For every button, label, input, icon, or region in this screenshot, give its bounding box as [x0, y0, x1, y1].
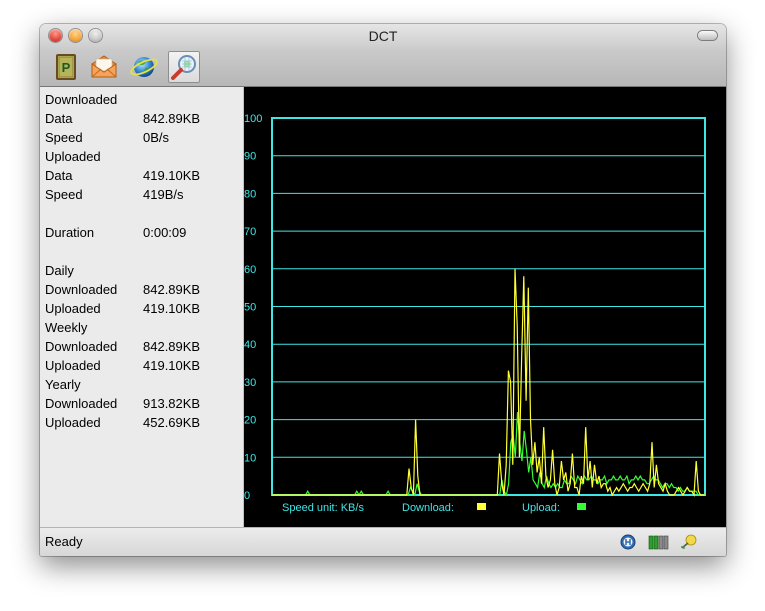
y-tick-label: 10 — [244, 452, 256, 464]
status-bar: Ready — [40, 527, 726, 556]
downloaded-data-label: Data — [45, 111, 73, 126]
mail-icon — [91, 55, 117, 78]
uploaded-heading: Uploaded — [45, 149, 101, 164]
y-tick-label: 80 — [244, 188, 256, 200]
chart-legend: Speed unit: KB/s Download: Upload: — [282, 502, 586, 514]
weekly-heading: Weekly — [45, 320, 88, 335]
toolbar-toggle-button[interactable] — [698, 31, 717, 40]
toolbar-button-mail[interactable] — [88, 51, 120, 83]
upload-legend-label: Upload: — [522, 502, 560, 514]
weekly-downloaded-row: Downloaded 842.89KB — [45, 337, 200, 356]
p-icon: P — [56, 54, 76, 80]
downloaded-speed-value: 0B/s — [143, 130, 170, 145]
y-tick-label: 100 — [244, 113, 262, 125]
y-tick-label: 30 — [244, 377, 256, 389]
status-text: Ready — [45, 534, 83, 549]
y-tick-label: 20 — [244, 415, 256, 427]
app-window: DCT P Downloaded Data 842.89KB Speed 0B/… — [40, 24, 726, 556]
downloaded-speed-row: Speed 0B/s — [45, 128, 169, 147]
yearly-heading: Yearly — [45, 377, 81, 392]
magnifier-icon — [171, 55, 196, 80]
duration-value: 0:00:09 — [143, 225, 187, 240]
uploaded-speed-row: Speed 419B/s — [45, 185, 183, 204]
upload-legend-swatch — [577, 503, 586, 510]
daily-downloaded-row: Downloaded 842.89KB — [45, 280, 200, 299]
window-title: DCT — [368, 28, 398, 44]
upload-series-line — [272, 412, 705, 497]
toolbar-button-globe[interactable] — [128, 51, 160, 83]
downloaded-heading: Downloaded — [45, 92, 118, 107]
downloaded-speed-label: Speed — [45, 130, 83, 145]
y-tick-label: 50 — [244, 302, 256, 314]
y-tick-labels: 0 10 20 30 40 50 60 70 80 90 100 — [244, 113, 262, 502]
daily-uploaded-row: Uploaded 419.10KB — [45, 299, 200, 318]
weekly-uploaded-label: Uploaded — [45, 358, 101, 373]
svg-text:P: P — [62, 60, 71, 75]
weekly-uploaded-value: 419.10KB — [143, 358, 201, 373]
y-tick-label: 40 — [244, 339, 256, 351]
uploaded-speed-value: 419B/s — [143, 187, 184, 202]
y-tick-label: 70 — [244, 226, 256, 238]
weekly-downloaded-label: Downloaded — [45, 339, 118, 354]
duration-label: Duration — [45, 225, 95, 240]
toolbar-button-search[interactable] — [168, 51, 200, 83]
speed-graph: 0 10 20 30 40 50 60 70 80 90 100 Speed unit: KB/s … — [244, 87, 726, 527]
y-tick-label: 0 — [244, 490, 250, 502]
uploaded-data-label: Data — [45, 168, 73, 183]
speed-unit-label: Speed unit: KB/s — [282, 502, 364, 514]
y-tick-label: 90 — [244, 151, 256, 163]
daily-uploaded-label: Uploaded — [45, 301, 101, 316]
yearly-downloaded-row: Downloaded 913.82KB — [45, 394, 200, 413]
daily-uploaded-value: 419.10KB — [143, 301, 201, 316]
yearly-uploaded-row: Uploaded 452.69KB — [45, 413, 200, 432]
download-legend-label: Download: — [402, 502, 454, 514]
yearly-uploaded-value: 452.69KB — [143, 415, 201, 430]
help-icon[interactable] — [620, 534, 636, 550]
download-legend-swatch — [477, 503, 486, 510]
weekly-downloaded-value: 842.89KB — [143, 339, 201, 354]
uploaded-speed-label: Speed — [45, 187, 83, 202]
globe-icon — [130, 57, 158, 77]
signal-bars-icon — [648, 535, 669, 550]
duration-row: Duration 0:00:09 — [45, 223, 186, 242]
stats-panel: Downloaded Data 842.89KB Speed 0B/s Uplo… — [40, 87, 244, 527]
uploaded-data-row: Data 419.10KB — [45, 166, 200, 185]
downloaded-data-value: 842.89KB — [143, 111, 201, 126]
yearly-uploaded-label: Uploaded — [45, 415, 101, 430]
downloaded-data-row: Data 842.89KB — [45, 109, 200, 128]
speed-chart: 0 10 20 30 40 50 60 70 80 90 100 Speed unit: KB/s … — [244, 113, 706, 514]
daily-downloaded-label: Downloaded — [45, 282, 118, 297]
toolbar-button-p[interactable]: P — [50, 51, 82, 83]
grid-lines — [271, 117, 706, 496]
daily-heading: Daily — [45, 263, 74, 278]
y-tick-label: 60 — [244, 264, 256, 276]
daily-downloaded-value: 842.89KB — [143, 282, 201, 297]
yearly-downloaded-value: 913.82KB — [143, 396, 201, 411]
weekly-uploaded-row: Uploaded 419.10KB — [45, 356, 200, 375]
yearly-downloaded-label: Downloaded — [45, 396, 118, 411]
title-bar: DCT P — [40, 24, 726, 87]
connection-icon — [681, 534, 697, 549]
uploaded-data-value: 419.10KB — [143, 168, 201, 183]
